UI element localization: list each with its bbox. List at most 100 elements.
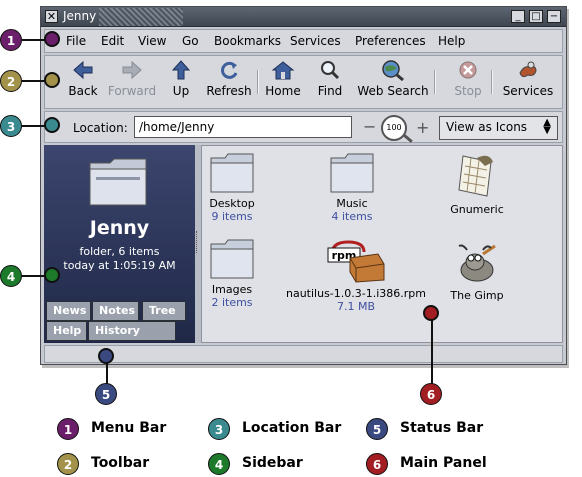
up-label: Up <box>172 84 190 98</box>
window-menu-button[interactable]: ✕ <box>45 10 58 23</box>
find-button[interactable]: Find <box>315 59 345 98</box>
item-subtitle: 4 items <box>331 210 373 223</box>
menu-file[interactable]: File <box>66 34 86 48</box>
callout-2-anchor <box>44 72 60 88</box>
menu-services[interactable]: Services <box>290 34 341 48</box>
legend-badge: 6 <box>366 453 388 475</box>
sidebar-folder-date: today at 1:05:19 AM <box>63 259 176 272</box>
tab-news[interactable]: News <box>46 301 91 321</box>
sidebar-folder-name: Jenny <box>89 217 150 239</box>
web-search-label: Web Search <box>357 84 429 98</box>
legend-badge: 4 <box>208 453 230 475</box>
icon-item-images[interactable]: Images 2 items <box>202 238 262 309</box>
home-button[interactable]: Home <box>265 59 301 98</box>
legend-badge: 1 <box>57 418 79 440</box>
find-icon <box>321 61 340 80</box>
callout-2-badge: 2 <box>0 70 22 92</box>
gnumeric-icon <box>458 155 493 197</box>
callout-6-anchor <box>423 305 439 321</box>
icon-item-gimp[interactable]: The Gimp <box>442 242 512 302</box>
splitter-grip[interactable] <box>196 231 200 253</box>
legend-label: Toolbar <box>91 455 150 471</box>
zoom-magnifier-handle <box>403 134 413 143</box>
view-as-value: View as Icons <box>446 120 528 134</box>
legend-label: Menu Bar <box>91 420 167 436</box>
legend-label: Main Panel <box>400 455 487 471</box>
icon-item-music[interactable]: Music 4 items <box>322 152 382 223</box>
sidebar-folder-info: folder, 6 items <box>79 245 160 258</box>
zoom-in-icon[interactable]: + <box>416 118 429 137</box>
callout-1-badge: 1 <box>0 29 22 51</box>
item-name: Music <box>336 197 368 210</box>
icon-item-desktop[interactable]: Desktop 9 items <box>202 152 262 223</box>
callout-4-badge: 4 <box>0 265 22 287</box>
menu-go[interactable]: Go <box>182 34 199 48</box>
menu-bar: File Edit View Go Bookmarks Services Pre… <box>44 29 563 53</box>
location-bar: Location: − 100 + View as Icons ▲▼ <box>44 111 563 143</box>
legend-badge: 3 <box>208 418 230 440</box>
tab-notes[interactable]: Notes <box>92 301 139 321</box>
view-as-select[interactable]: View as Icons ▲ ▼ <box>439 116 558 140</box>
menu-help[interactable]: Help <box>438 34 465 48</box>
callout-1-anchor <box>44 31 60 47</box>
up-button[interactable]: Up <box>167 59 195 98</box>
window-title: Jenny <box>63 9 97 23</box>
folder-icon <box>210 239 254 279</box>
refresh-button[interactable]: Refresh <box>205 59 253 98</box>
up-arrow-icon <box>171 60 191 80</box>
callout-6-leader <box>431 318 433 384</box>
menu-bookmarks[interactable]: Bookmarks <box>214 34 281 48</box>
stop-button[interactable]: Stop <box>453 59 483 98</box>
title-bar[interactable]: ✕ Jenny _ □ − <box>41 7 566 27</box>
services-icon <box>519 61 537 78</box>
tab-help[interactable]: Help <box>46 321 87 341</box>
stop-label: Stop <box>454 84 482 98</box>
toolbar: Back Forward Up Refresh Home Find Web Se… <box>44 55 563 109</box>
rpm-package-icon: rpm <box>327 240 385 283</box>
toolbar-separator <box>434 70 436 94</box>
callout-5-badge: 5 <box>95 383 117 405</box>
back-button[interactable]: Back <box>62 59 104 98</box>
home-label: Home <box>265 84 301 98</box>
item-name: Gnumeric <box>450 203 504 216</box>
sidebar: Jenny folder, 6 items today at 1:05:19 A… <box>44 145 195 343</box>
maximize-button[interactable]: □ <box>529 10 543 23</box>
find-label: Find <box>317 84 343 98</box>
callout-6-badge: 6 <box>420 383 442 405</box>
forward-label: Forward <box>107 84 157 98</box>
menu-view[interactable]: View <box>138 34 166 48</box>
web-search-button[interactable]: Web Search <box>357 59 429 98</box>
item-name: Desktop <box>209 197 255 210</box>
nautilus-window: ✕ Jenny _ □ − File Edit View Go Bookmark… <box>40 6 567 365</box>
forward-button[interactable]: Forward <box>107 59 157 98</box>
callout-5-anchor <box>98 348 114 364</box>
location-input[interactable] <box>134 116 352 138</box>
menu-preferences[interactable]: Preferences <box>355 34 426 48</box>
menu-edit[interactable]: Edit <box>101 34 124 48</box>
legend-label: Sidebar <box>242 455 303 471</box>
status-bar <box>44 345 563 363</box>
toolbar-separator <box>257 70 259 94</box>
location-label: Location: <box>73 121 128 135</box>
tab-tree[interactable]: Tree <box>142 301 186 321</box>
item-name: Images <box>211 283 253 296</box>
item-name: The Gimp <box>450 289 504 302</box>
shade-button[interactable]: − <box>547 10 561 23</box>
item-name: nautilus-1.0.3-1.i386.rpm <box>286 287 427 300</box>
back-label: Back <box>68 84 98 98</box>
folder-icon <box>330 153 374 193</box>
home-icon <box>271 61 295 80</box>
refresh-label: Refresh <box>206 84 252 98</box>
callout-4-anchor <box>44 267 60 283</box>
legend-label: Location Bar <box>242 420 342 436</box>
tab-history[interactable]: History <box>88 321 176 341</box>
minimize-button[interactable]: _ <box>511 10 525 23</box>
item-subtitle: 2 items <box>211 296 253 309</box>
refresh-icon <box>221 61 238 79</box>
services-button[interactable]: Services <box>500 59 556 98</box>
zoom-out-icon[interactable]: − <box>363 119 376 135</box>
stop-icon <box>459 61 477 79</box>
icon-item-gnumeric[interactable]: Gnumeric <box>442 152 512 216</box>
large-folder-icon <box>89 158 147 206</box>
icon-item-rpm-package[interactable]: rpm nautilus-1.0.3-1.i386.rpm 7.1 MB <box>286 238 426 313</box>
